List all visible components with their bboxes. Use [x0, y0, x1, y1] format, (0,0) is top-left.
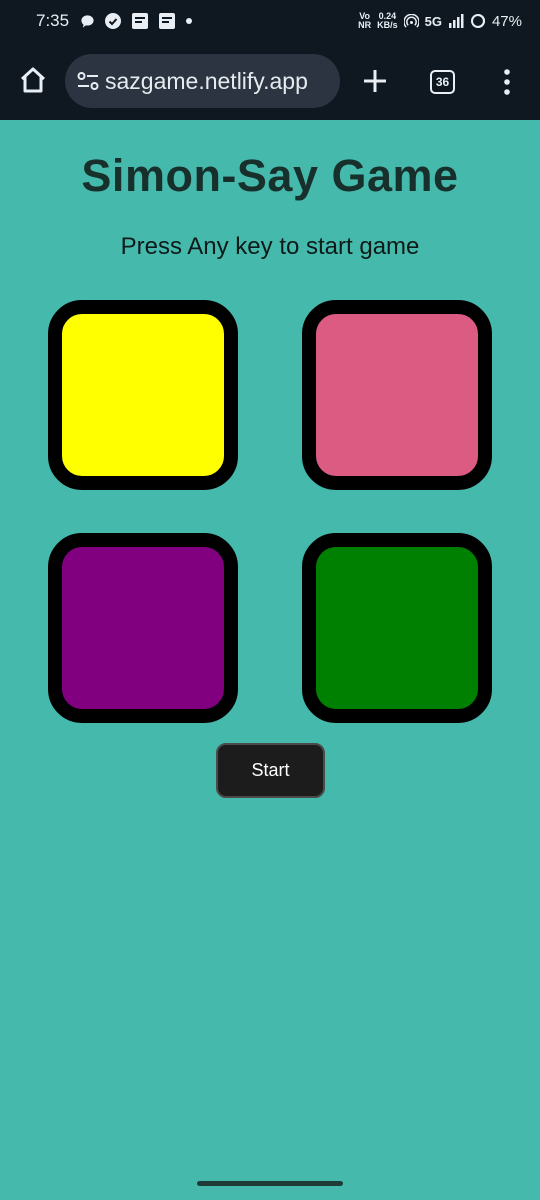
- tab-switcher-button[interactable]: 36: [430, 70, 455, 94]
- home-icon: [20, 67, 46, 93]
- notification-icon: [158, 12, 176, 30]
- start-button[interactable]: Start: [216, 743, 325, 798]
- app-notification-icon: [104, 12, 122, 30]
- url-text[interactable]: sazgame.netlify.app: [105, 68, 308, 95]
- notification-icon: [131, 12, 149, 30]
- message-icon: [80, 14, 95, 29]
- page-title: Simon-Say Game: [81, 150, 459, 201]
- battery-icon: [470, 13, 486, 29]
- purple-game-button[interactable]: [48, 533, 238, 723]
- site-settings-icon[interactable]: [77, 71, 99, 91]
- more-notifications-dot-icon: [185, 17, 193, 25]
- new-tab-button[interactable]: [361, 67, 389, 95]
- gesture-home-indicator[interactable]: [197, 1181, 343, 1186]
- plus-icon: [364, 70, 386, 92]
- green-game-button[interactable]: [302, 533, 492, 723]
- volte-indicator: Vo NR: [358, 11, 372, 30]
- more-vertical-icon: [504, 69, 510, 95]
- status-time: 7:35: [36, 11, 70, 30]
- home-button[interactable]: [18, 65, 48, 95]
- network-type: 5G: [424, 13, 442, 29]
- battery-percent: 47%: [491, 12, 522, 30]
- status-bar: 7:35 Vo NR 0.24 KB/s 5G 47%: [0, 0, 540, 42]
- page-content: Simon-Say Game Press Any key to start ga…: [0, 120, 540, 1200]
- browser-toolbar: sazgame.netlify.app 36: [0, 42, 540, 120]
- browser-menu-button[interactable]: [499, 68, 515, 96]
- pink-game-button[interactable]: [302, 300, 492, 490]
- game-instruction: Press Any key to start game: [120, 233, 420, 260]
- signal-icon: [448, 14, 464, 28]
- yellow-game-button[interactable]: [48, 300, 238, 490]
- network-speed: 0.24 KB/s: [377, 11, 398, 30]
- hotspot-icon: [403, 13, 419, 29]
- address-bar[interactable]: sazgame.netlify.app: [65, 54, 340, 108]
